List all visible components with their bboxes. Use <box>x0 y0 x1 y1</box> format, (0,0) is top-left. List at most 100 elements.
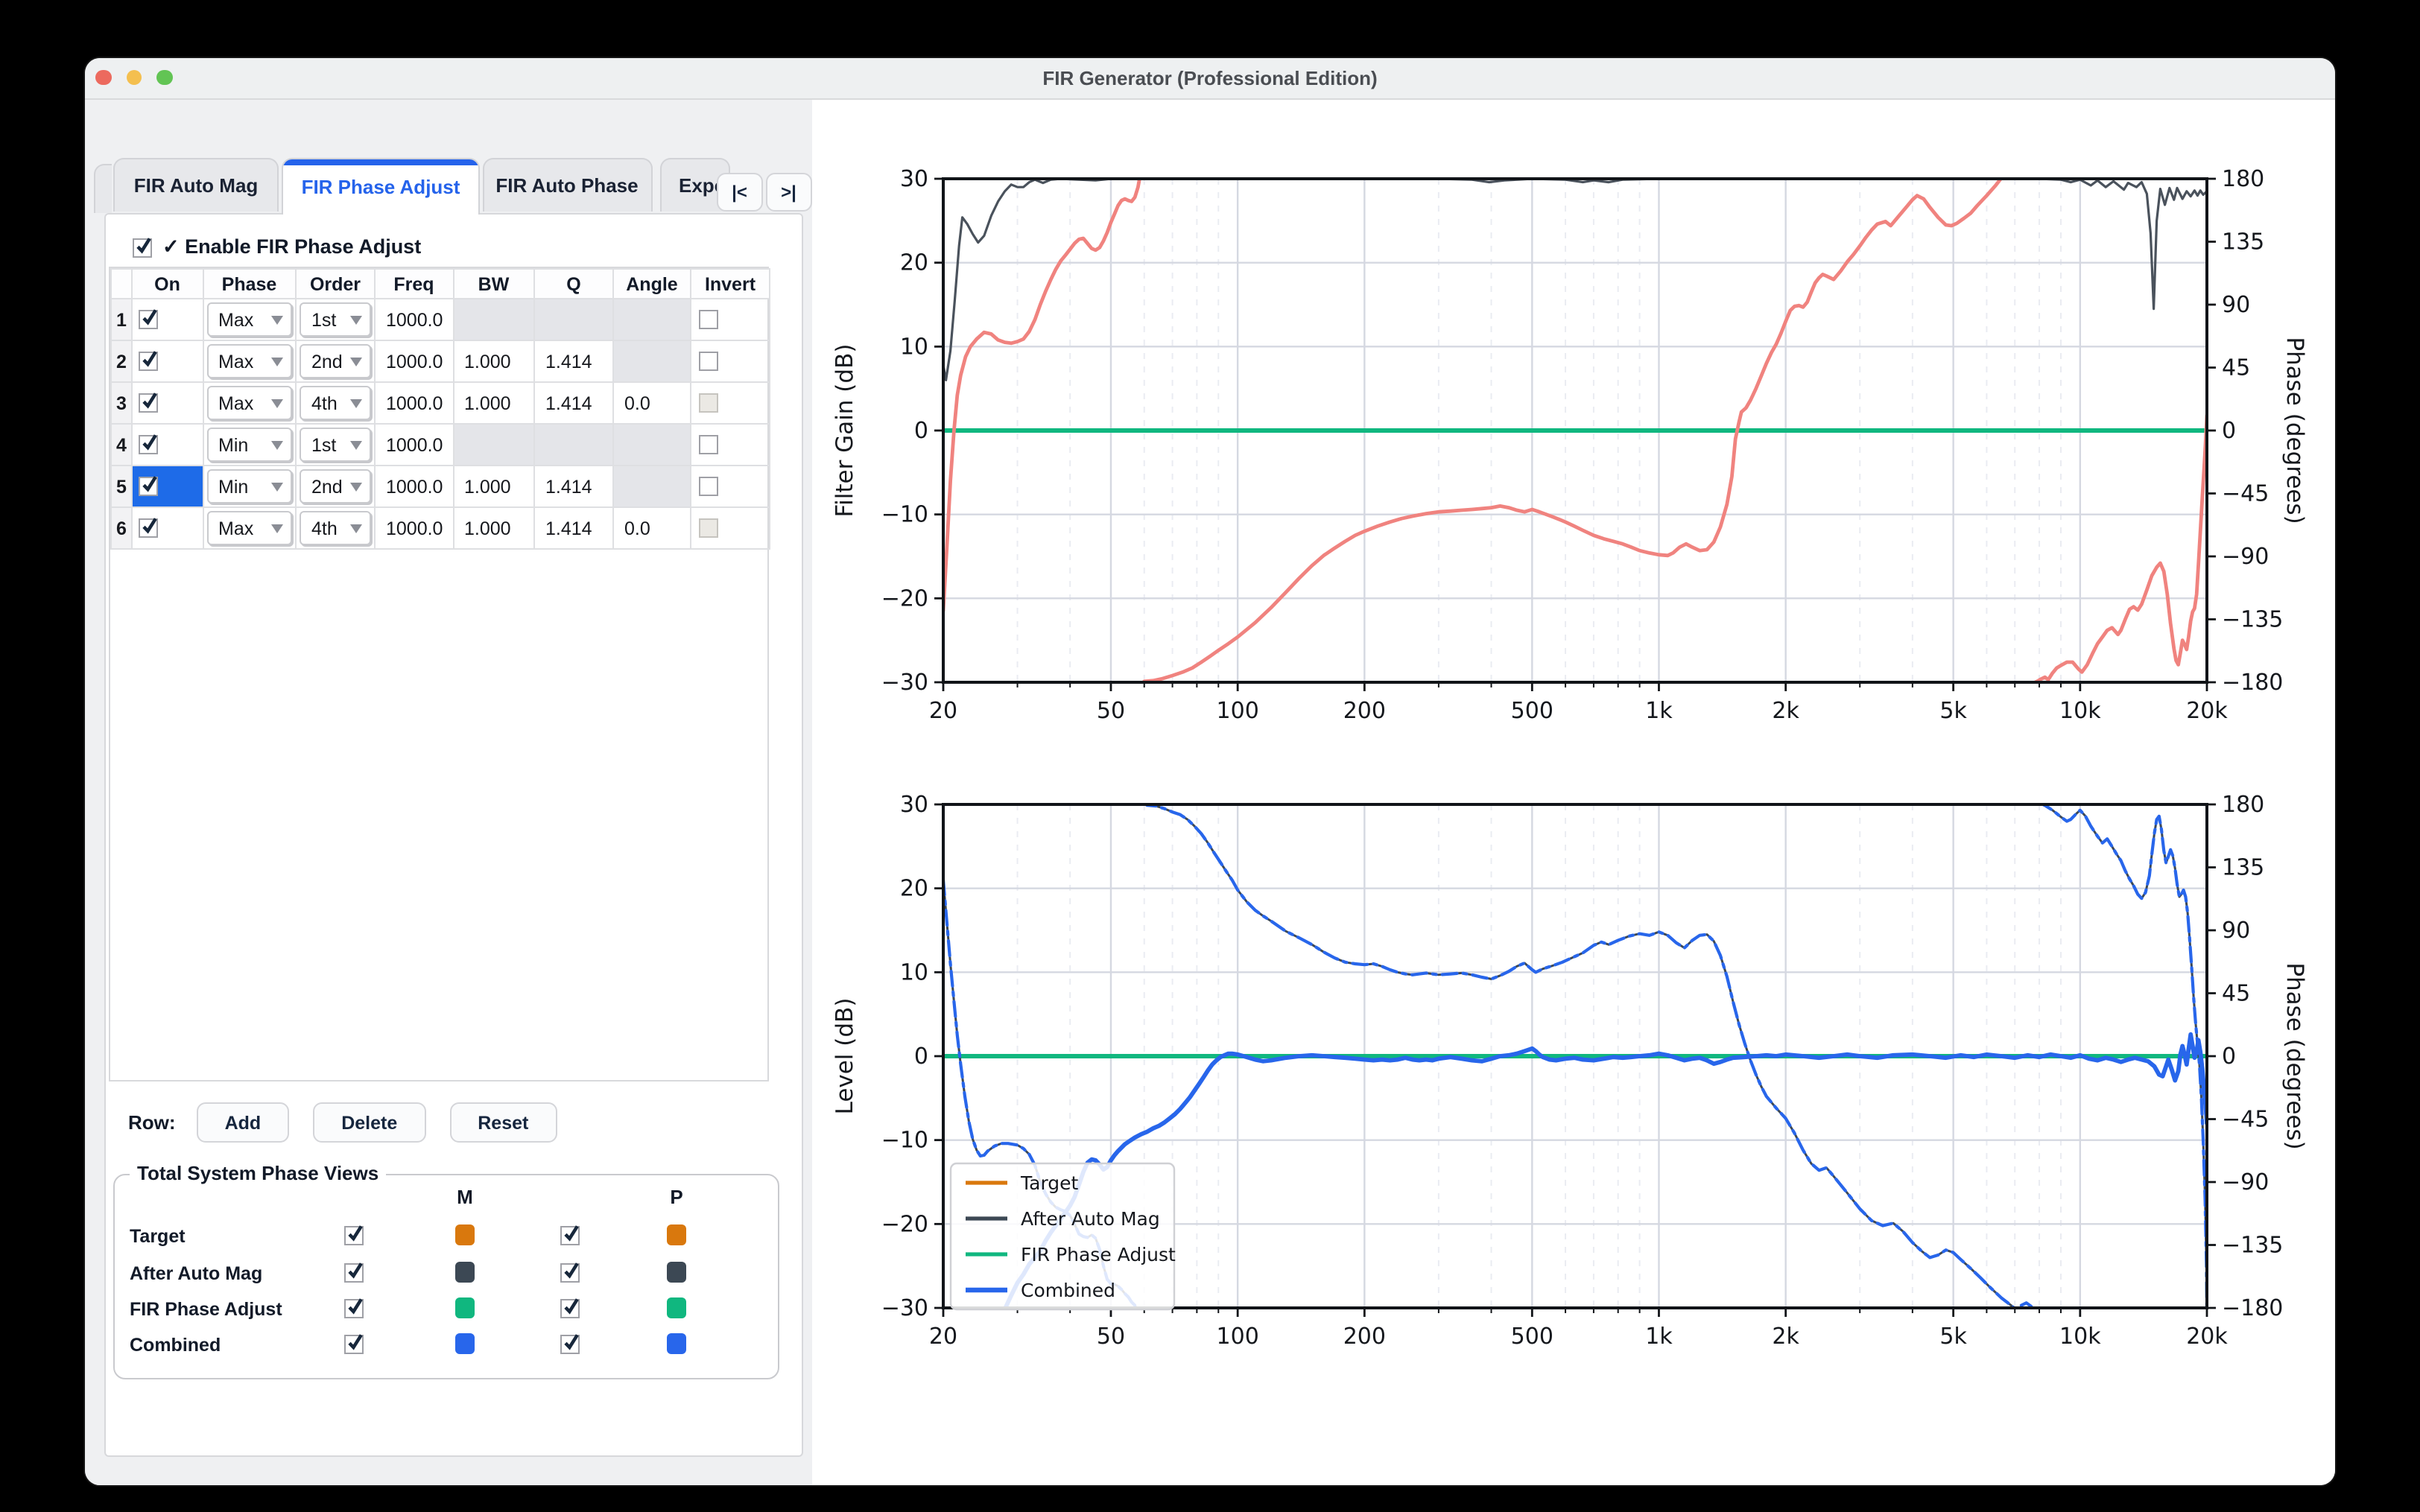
invert-checkbox-row2[interactable] <box>699 352 718 371</box>
m-checkbox-combined[interactable] <box>343 1334 363 1353</box>
svg-text:90: 90 <box>2222 292 2250 318</box>
cell-angle-row3[interactable]: 0.0 <box>613 382 691 424</box>
order-dropdown-row6[interactable]: 4th <box>300 511 371 545</box>
svg-text:50: 50 <box>1097 1324 1125 1350</box>
invert-checkbox-row4[interactable] <box>699 435 718 454</box>
cell-on-row6[interactable] <box>132 507 203 549</box>
p-checkbox-fir-phase-adjust[interactable] <box>560 1298 579 1318</box>
p-checkbox-target[interactable] <box>560 1226 579 1245</box>
cell-invert-row1 <box>691 299 770 340</box>
phase-dropdown-row3[interactable]: Max <box>206 386 292 420</box>
cell-q-row5[interactable]: 1.414 <box>534 466 613 507</box>
m-color-swatch[interactable] <box>455 1224 475 1245</box>
order-dropdown-row1[interactable]: 1st <box>300 302 371 337</box>
tab-content-card: ✓ Enable FIR Phase Adjust OnPhaseOrderFr… <box>104 213 803 1457</box>
on-checkbox-row5[interactable] <box>139 477 158 496</box>
p-checkbox-combined[interactable] <box>560 1334 579 1353</box>
invert-checkbox-row5[interactable] <box>699 477 718 496</box>
cell-bw-row2[interactable]: 1.000 <box>453 340 534 382</box>
invert-checkbox-row1[interactable] <box>699 310 718 329</box>
enable-fir-phase-adjust-checkbox[interactable] <box>133 238 152 257</box>
cell-freq-row6[interactable]: 1000.0 <box>375 507 453 549</box>
cell-q-row3[interactable]: 1.414 <box>534 382 613 424</box>
phase-dropdown-value: Min <box>218 476 271 497</box>
tab-scroll-prev-button[interactable]: |< <box>717 172 762 211</box>
m-checkbox-fir-phase-adjust[interactable] <box>343 1298 363 1318</box>
order-dropdown-row5[interactable]: 2nd <box>300 469 371 504</box>
cell-q-row4 <box>534 424 613 466</box>
p-color-swatch[interactable] <box>667 1332 686 1353</box>
p-color-swatch[interactable] <box>667 1224 686 1245</box>
cell-freq-row5[interactable]: 1000.0 <box>375 466 453 507</box>
phase-dropdown-row2[interactable]: Max <box>206 344 292 378</box>
order-dropdown-row4[interactable]: 1st <box>300 428 371 462</box>
cell-on-row5[interactable] <box>132 466 203 507</box>
cell-bw-row6[interactable]: 1.000 <box>453 507 534 549</box>
cell-on-row1[interactable] <box>132 299 203 340</box>
delete-button[interactable]: Delete <box>313 1102 425 1143</box>
cell-freq-row1[interactable]: 1000.0 <box>375 299 453 340</box>
row-header-1[interactable]: 1 <box>111 299 132 340</box>
phase-dropdown-row5[interactable]: Min <box>206 469 292 504</box>
invert-checkbox-row3[interactable] <box>699 393 718 413</box>
column-header-p: P <box>670 1186 682 1208</box>
phase-dropdown-row6[interactable]: Max <box>206 511 292 545</box>
order-dropdown-value: 1st <box>311 309 350 330</box>
tab-fir-auto-mag[interactable]: FIR Auto Mag <box>113 158 279 212</box>
add-button[interactable]: Add <box>197 1102 290 1143</box>
cell-freq-row2[interactable]: 1000.0 <box>375 340 453 382</box>
on-checkbox-row1[interactable] <box>139 310 158 329</box>
invert-checkbox-row6[interactable] <box>699 518 718 538</box>
svg-text:45: 45 <box>2222 981 2250 1007</box>
order-dropdown-row2[interactable]: 2nd <box>300 344 371 378</box>
on-checkbox-row3[interactable] <box>139 393 158 413</box>
order-dropdown-value: 1st <box>311 434 350 455</box>
chevron-down-icon <box>350 440 362 449</box>
cell-freq-row4[interactable]: 1000.0 <box>375 424 453 466</box>
cell-on-row2[interactable] <box>132 340 203 382</box>
row-header-6[interactable]: 6 <box>111 507 132 549</box>
svg-text:5k: 5k <box>1939 1324 1967 1350</box>
column-header-invert: Invert <box>691 269 770 299</box>
order-dropdown-row3[interactable]: 4th <box>300 386 371 420</box>
on-checkbox-row6[interactable] <box>139 518 158 538</box>
column-header-on: On <box>132 269 203 299</box>
m-checkbox-after-auto-mag[interactable] <box>343 1262 363 1282</box>
phase-dropdown-row4[interactable]: Min <box>206 428 292 462</box>
m-color-swatch[interactable] <box>455 1297 475 1318</box>
p-checkbox-after-auto-mag[interactable] <box>560 1262 579 1282</box>
svg-text:20k: 20k <box>2186 1324 2228 1350</box>
tab-fir-phase-adjust[interactable]: FIR Phase Adjust <box>282 158 480 215</box>
cell-angle-row6[interactable]: 0.0 <box>613 507 691 549</box>
svg-text:−90: −90 <box>2222 544 2269 570</box>
p-color-swatch[interactable] <box>667 1297 686 1318</box>
p-color-swatch[interactable] <box>667 1261 686 1282</box>
m-color-swatch[interactable] <box>455 1332 475 1353</box>
cell-on-row3[interactable] <box>132 382 203 424</box>
tab-scroll-next-button[interactable]: >| <box>766 172 811 211</box>
on-checkbox-row2[interactable] <box>139 352 158 371</box>
phase-dropdown-row1[interactable]: Max <box>206 302 292 337</box>
svg-text:10: 10 <box>900 334 928 360</box>
row-header-3[interactable]: 3 <box>111 382 132 424</box>
view-label: Target <box>130 1226 186 1247</box>
cell-q-row2[interactable]: 1.414 <box>534 340 613 382</box>
cell-on-row4[interactable] <box>132 424 203 466</box>
row-header-4[interactable]: 4 <box>111 424 132 466</box>
title-bar[interactable]: FIR Generator (Professional Edition) <box>85 58 2335 100</box>
table-row: 6 Max4th1000.01.0001.4140.0 <box>111 507 770 549</box>
row-header-2[interactable]: 2 <box>111 340 132 382</box>
cell-q-row6[interactable]: 1.414 <box>534 507 613 549</box>
on-checkbox-row4[interactable] <box>139 435 158 454</box>
chevron-down-icon <box>271 524 283 533</box>
tab-overflow-sliver <box>94 164 112 213</box>
reset-button[interactable]: Reset <box>449 1102 557 1143</box>
cell-bw-row5[interactable]: 1.000 <box>453 466 534 507</box>
m-color-swatch[interactable] <box>455 1261 475 1282</box>
tab-fir-auto-phase[interactable]: FIR Auto Phase <box>482 158 652 212</box>
cell-freq-row3[interactable]: 1000.0 <box>375 382 453 424</box>
cell-bw-row3[interactable]: 1.000 <box>453 382 534 424</box>
row-header-5[interactable]: 5 <box>111 466 132 507</box>
m-checkbox-target[interactable] <box>343 1226 363 1245</box>
svg-text:After Auto Mag: After Auto Mag <box>1021 1208 1160 1230</box>
